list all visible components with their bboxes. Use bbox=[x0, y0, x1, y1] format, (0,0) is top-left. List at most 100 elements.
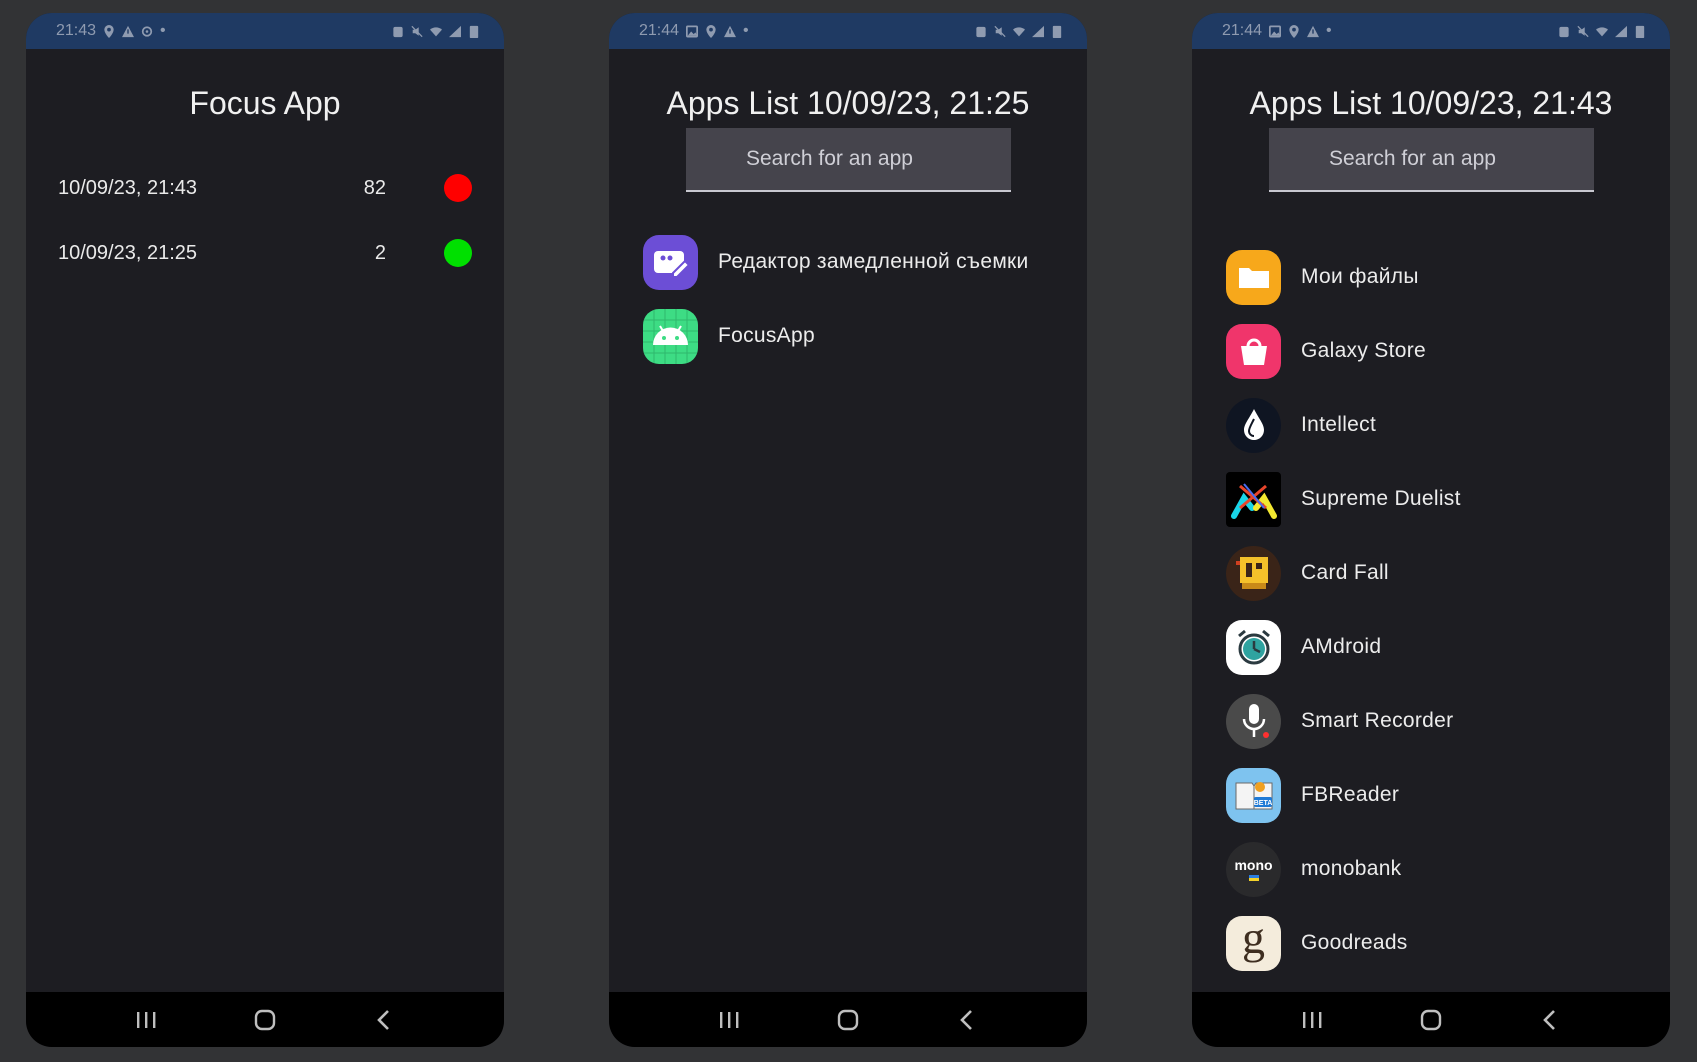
recents-icon bbox=[719, 1011, 739, 1028]
mute-icon bbox=[411, 25, 423, 37]
home-icon bbox=[837, 1009, 859, 1030]
recents-icon bbox=[1302, 1011, 1322, 1028]
ua-flag bbox=[1248, 875, 1259, 881]
app-label: monobank bbox=[1301, 857, 1402, 880]
location-icon bbox=[706, 24, 716, 38]
app-label: Intellect bbox=[1301, 413, 1377, 436]
app-label: Galaxy Store bbox=[1301, 339, 1426, 362]
app-list: Редактор замедленной съемки FocusApp bbox=[643, 225, 1077, 373]
session-date: 10/09/23, 21:43 bbox=[58, 176, 198, 199]
page-title: Apps List 10/09/23, 21:25 bbox=[666, 85, 1030, 121]
back-icon bbox=[1543, 1009, 1556, 1030]
battery-icon bbox=[469, 25, 479, 38]
signal-icon bbox=[449, 25, 461, 37]
book-icon: BETA bbox=[1226, 767, 1281, 823]
session-row[interactable]: 10/09/23, 21:43 82 bbox=[58, 168, 472, 208]
mute-icon bbox=[994, 25, 1006, 37]
alarm-icon bbox=[393, 26, 403, 37]
home-icon bbox=[1420, 1009, 1442, 1030]
dot-icon: • bbox=[160, 22, 166, 39]
status-time: 21:44 bbox=[639, 22, 680, 39]
battery-icon bbox=[1052, 25, 1062, 38]
back-button[interactable] bbox=[953, 1006, 981, 1034]
location-icon bbox=[104, 24, 114, 38]
list-item[interactable]: g Goodreads bbox=[1226, 906, 1660, 980]
session-count: 2 bbox=[374, 241, 386, 264]
back-button[interactable] bbox=[370, 1006, 398, 1034]
list-item[interactable]: Supreme Duelist bbox=[1226, 462, 1660, 536]
list-item[interactable]: Card Fall bbox=[1226, 536, 1660, 610]
wifi-icon bbox=[1013, 26, 1025, 36]
home-button[interactable] bbox=[251, 1006, 279, 1034]
phone-apps-list-1: 21:44 • Apps List 10/09/23, 21:25 Search… bbox=[609, 13, 1087, 1047]
gallery-icon bbox=[1269, 25, 1282, 37]
session-row[interactable]: 10/09/23, 21:25 2 bbox=[58, 233, 472, 273]
recents-button[interactable] bbox=[132, 1006, 160, 1034]
app-label: FBReader bbox=[1301, 783, 1400, 806]
page-title: Apps List 10/09/23, 21:43 bbox=[1249, 85, 1613, 121]
signal-icon bbox=[1615, 25, 1627, 37]
android-icon bbox=[643, 308, 698, 364]
search-input[interactable]: Search for an app bbox=[1269, 128, 1594, 192]
recents-button[interactable] bbox=[715, 1006, 743, 1034]
search-input[interactable]: Search for an app bbox=[686, 128, 1011, 192]
navigation-bar bbox=[26, 992, 504, 1047]
session-count: 82 bbox=[363, 176, 386, 199]
status-bar: 21:43 • bbox=[26, 13, 504, 49]
navigation-bar bbox=[609, 992, 1087, 1047]
session-date: 10/09/23, 21:25 bbox=[58, 241, 198, 264]
list-item[interactable]: Smart Recorder bbox=[1226, 684, 1660, 758]
recents-icon bbox=[136, 1011, 156, 1028]
page-title: Focus App bbox=[189, 85, 341, 121]
app-label: Smart Recorder bbox=[1301, 709, 1454, 732]
home-button[interactable] bbox=[1417, 1006, 1445, 1034]
mono-icon: mono bbox=[1226, 841, 1281, 897]
shopping-bag-icon bbox=[1226, 323, 1281, 379]
wifi-icon bbox=[430, 26, 442, 36]
home-button[interactable] bbox=[834, 1006, 862, 1034]
goodreads-icon: g bbox=[1226, 915, 1281, 971]
mono-logo-text: mono bbox=[1234, 857, 1273, 873]
list-item[interactable]: BETA FBReader bbox=[1226, 758, 1660, 832]
app-list: Мои файлы Galaxy Store Intellect Supreme… bbox=[1226, 240, 1660, 992]
dot-icon: • bbox=[743, 22, 749, 39]
list-item[interactable]: FocusApp bbox=[643, 299, 1077, 373]
back-icon bbox=[960, 1009, 973, 1030]
goodreads-logo-text: g bbox=[1242, 915, 1265, 963]
alarm-icon bbox=[976, 26, 986, 37]
list-item[interactable]: AMdroid bbox=[1226, 610, 1660, 684]
app-label: Card Fall bbox=[1301, 561, 1389, 584]
status-bar: 21:44 • bbox=[1192, 13, 1670, 49]
slow-motion-editor-icon bbox=[643, 234, 698, 290]
alarm-clock-icon bbox=[1226, 619, 1281, 675]
signal-icon bbox=[1032, 25, 1044, 37]
wifi-icon bbox=[1596, 26, 1608, 36]
beta-badge: BETA bbox=[1253, 800, 1272, 807]
list-item[interactable]: Galaxy Store bbox=[1226, 314, 1660, 388]
warning-icon bbox=[724, 25, 737, 37]
duelist-icon bbox=[1226, 471, 1281, 527]
status-bar: 21:44 • bbox=[609, 13, 1087, 49]
list-item[interactable]: mono monobank bbox=[1226, 832, 1660, 906]
drop-icon bbox=[1226, 397, 1281, 453]
list-item[interactable]: Intellect bbox=[1226, 388, 1660, 462]
status-time: 21:44 bbox=[1222, 22, 1263, 39]
gallery-icon bbox=[686, 25, 699, 37]
warning-icon bbox=[122, 25, 135, 37]
home-icon bbox=[254, 1009, 276, 1030]
settings-icon bbox=[141, 25, 153, 37]
folder-icon bbox=[1226, 249, 1281, 305]
alarm-icon bbox=[1559, 26, 1569, 37]
back-button[interactable] bbox=[1536, 1006, 1564, 1034]
recents-button[interactable] bbox=[1298, 1006, 1326, 1034]
card-fall-icon bbox=[1226, 545, 1281, 601]
location-icon bbox=[1289, 24, 1299, 38]
app-label: Мои файлы bbox=[1301, 265, 1419, 288]
phone-focus-app: 21:43 • Focus App 10/09/23, 21:43 82 10/… bbox=[26, 13, 504, 1047]
microphone-icon bbox=[1226, 693, 1281, 749]
list-item[interactable]: Мои файлы bbox=[1226, 240, 1660, 314]
list-item[interactable]: Редактор замедленной съемки bbox=[643, 225, 1077, 299]
app-label: Supreme Duelist bbox=[1301, 487, 1461, 510]
back-icon bbox=[377, 1009, 390, 1030]
status-time: 21:43 bbox=[56, 22, 97, 39]
